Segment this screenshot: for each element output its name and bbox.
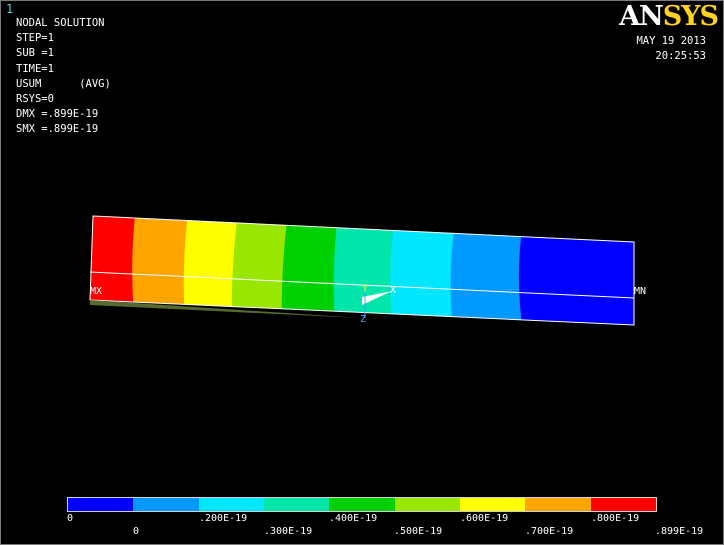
legend-tick-top: .600E-19 (460, 513, 509, 524)
legend-tick-top: .200E-19 (199, 513, 248, 524)
legend-color-band (329, 498, 395, 511)
y-axis-label: Y (362, 284, 369, 295)
legend-tick-top: .800E-19 (591, 513, 640, 524)
legend-tick-top: .400E-19 (329, 513, 378, 524)
legend-color-band (590, 498, 656, 511)
z-axis-label: Z (360, 314, 367, 325)
x-axis-label: X (390, 285, 397, 296)
legend-tick-bottom: .700E-19 (525, 526, 574, 537)
legend-color-band (394, 498, 460, 511)
legend-color-band (133, 498, 199, 511)
max-label: MX (90, 286, 103, 297)
legend-tick-bottom: .500E-19 (394, 526, 443, 537)
legend-color-band (263, 498, 330, 511)
legend-tick-bottom: .899E-19 (655, 526, 704, 537)
legend-color-band (459, 498, 526, 511)
legend-color-band (68, 498, 134, 511)
legend-tick-top: 0 (67, 513, 74, 524)
legend-tick-bottom: 0 (133, 526, 140, 537)
legend-color-band (525, 498, 591, 511)
contour-legend-bar (67, 497, 657, 512)
legend-color-band (198, 498, 264, 511)
min-label: MN (634, 286, 647, 297)
legend-tick-bottom: .300E-19 (264, 526, 313, 537)
contour-model-plot (89, 215, 635, 326)
